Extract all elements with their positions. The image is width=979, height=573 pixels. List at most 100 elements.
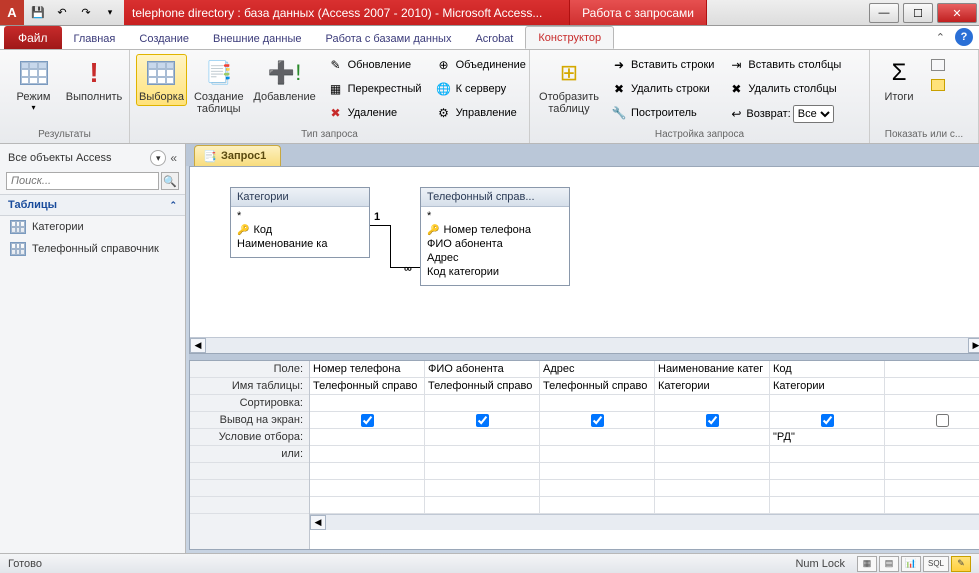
qbe-cell[interactable]: Код <box>770 361 885 378</box>
qbe-cell[interactable] <box>770 395 885 412</box>
totals-button[interactable]: Σ Итоги <box>876 54 922 106</box>
qbe-cell[interactable]: Адрес <box>540 361 655 378</box>
qbe-cell[interactable] <box>425 497 540 514</box>
show-checkbox[interactable] <box>361 414 374 427</box>
qbe-cell[interactable] <box>885 497 979 514</box>
qbe-cell[interactable] <box>310 463 425 480</box>
qat-customize-icon[interactable]: ▾ <box>100 3 120 23</box>
qbe-hscroll[interactable]: ◀ ▶ <box>310 514 979 530</box>
tab-file[interactable]: Файл <box>4 26 62 49</box>
qbe-cell[interactable] <box>770 480 885 497</box>
showtable-button[interactable]: ⊞ Отобразить таблицу <box>536 54 602 118</box>
document-tab[interactable]: 📑 Запрос1 <box>194 145 281 166</box>
delete-cols-button[interactable]: ✖Удалить столбцы <box>723 78 846 100</box>
design-hscroll[interactable]: ◀ ▶ <box>190 337 979 353</box>
qbe-cell[interactable] <box>540 395 655 412</box>
qbe-cell[interactable]: Категории <box>655 378 770 395</box>
select-query-button[interactable]: Выборка <box>136 54 187 106</box>
crosstab-button[interactable]: ▦Перекрестный <box>323 78 427 100</box>
qbe-cell[interactable]: Номер телефона <box>310 361 425 378</box>
field-item[interactable]: Адрес <box>425 251 565 265</box>
tab-home[interactable]: Главная <box>62 28 128 49</box>
qbe-cell[interactable] <box>655 395 770 412</box>
nav-item-categories[interactable]: Категории <box>0 216 185 238</box>
qbe-cell[interactable] <box>885 378 979 395</box>
qbe-cell[interactable] <box>540 412 655 429</box>
minimize-button[interactable]: — <box>869 3 899 23</box>
qbe-cell[interactable]: ФИО абонента <box>425 361 540 378</box>
qbe-cell[interactable] <box>310 412 425 429</box>
query-design-surface[interactable]: Категории * 🔑Код Наименование ка Телефон… <box>190 167 979 353</box>
qbe-cell[interactable] <box>540 497 655 514</box>
scroll-right-icon[interactable]: ▶ <box>968 338 979 353</box>
field-star[interactable]: * <box>425 209 565 223</box>
nav-group-tables[interactable]: Таблицы ⌃ <box>0 194 185 216</box>
qat-redo-icon[interactable]: ↷ <box>76 3 96 23</box>
qbe-cell[interactable] <box>655 412 770 429</box>
tab-acrobat[interactable]: Acrobat <box>463 28 525 49</box>
table-box-categories[interactable]: Категории * 🔑Код Наименование ка <box>230 187 370 258</box>
field-key[interactable]: 🔑Номер телефона <box>425 223 565 237</box>
delete-rows-button[interactable]: ✖Удалить строки <box>606 78 719 100</box>
qbe-cell[interactable]: Телефонный справо <box>425 378 540 395</box>
qbe-cell[interactable] <box>770 497 885 514</box>
qbe-cell[interactable] <box>885 429 979 446</box>
navpane-search-input[interactable] <box>6 172 159 190</box>
qbe-cell[interactable] <box>885 412 979 429</box>
tab-external[interactable]: Внешние данные <box>201 28 313 49</box>
qbe-cell[interactable] <box>310 497 425 514</box>
qat-undo-icon[interactable]: ↶ <box>52 3 72 23</box>
help-icon[interactable]: ? <box>955 28 973 46</box>
qbe-cell[interactable] <box>540 446 655 463</box>
qbe-cell[interactable] <box>885 361 979 378</box>
qbe-cell[interactable] <box>310 429 425 446</box>
qbe-cell[interactable] <box>540 463 655 480</box>
view-button[interactable]: Режим ▾ <box>6 54 61 115</box>
qbe-cell[interactable] <box>655 429 770 446</box>
qbe-cell[interactable] <box>310 480 425 497</box>
builder-button[interactable]: 🔧Построитель <box>606 102 719 124</box>
return-control[interactable]: ↩ Возврат: Все <box>723 102 846 126</box>
minimize-ribbon-icon[interactable]: ⌃ <box>936 31 945 44</box>
qbe-cell[interactable] <box>425 446 540 463</box>
field-item[interactable]: Код категории <box>425 265 565 279</box>
qbe-cell[interactable] <box>310 395 425 412</box>
qbe-cell[interactable] <box>425 480 540 497</box>
field-item[interactable]: ФИО абонента <box>425 237 565 251</box>
view-datasheet-icon[interactable]: ▦ <box>857 556 877 572</box>
view-chart-icon[interactable]: 📊 <box>901 556 921 572</box>
view-design-icon[interactable]: ✎ <box>951 556 971 572</box>
passthrough-button[interactable]: 🌐К серверу <box>431 78 531 100</box>
field-item[interactable]: Наименование ка <box>235 237 365 251</box>
tab-design[interactable]: Конструктор <box>525 26 614 49</box>
maketable-button[interactable]: 📑 Создание таблицы <box>191 54 247 118</box>
qbe-cell[interactable] <box>540 429 655 446</box>
field-key[interactable]: 🔑Код <box>235 223 365 237</box>
qbe-cell[interactable] <box>310 446 425 463</box>
qbe-cell[interactable]: Категории <box>770 378 885 395</box>
close-button[interactable]: ✕ <box>937 3 977 23</box>
params-button[interactable] <box>926 56 950 74</box>
qbe-cell[interactable]: Телефонный справо <box>310 378 425 395</box>
propsheet-button[interactable] <box>926 76 950 94</box>
scroll-left-icon[interactable]: ◀ <box>190 338 206 353</box>
datadef-button[interactable]: ⚙Управление <box>431 102 531 124</box>
field-star[interactable]: * <box>235 209 365 223</box>
qbe-cell[interactable] <box>770 446 885 463</box>
show-checkbox[interactable] <box>591 414 604 427</box>
qbe-cell[interactable] <box>655 446 770 463</box>
qbe-cell[interactable] <box>425 463 540 480</box>
qbe-cell[interactable]: Телефонный справо <box>540 378 655 395</box>
maximize-button[interactable]: ☐ <box>903 3 933 23</box>
append-button[interactable]: ➕! Добавление <box>251 54 319 106</box>
show-checkbox[interactable] <box>706 414 719 427</box>
qbe-cell[interactable] <box>655 497 770 514</box>
qbe-cell[interactable] <box>885 480 979 497</box>
table-box-phonebook[interactable]: Телефонный справ... * 🔑Номер телефона ФИ… <box>420 187 570 286</box>
qbe-cell[interactable] <box>885 463 979 480</box>
qbe-cell[interactable] <box>425 395 540 412</box>
insert-cols-button[interactable]: ⇥Вставить столбцы <box>723 54 846 76</box>
qbe-cell[interactable] <box>770 412 885 429</box>
run-button[interactable]: ! Выполнить <box>65 54 123 106</box>
qbe-cell[interactable] <box>425 429 540 446</box>
